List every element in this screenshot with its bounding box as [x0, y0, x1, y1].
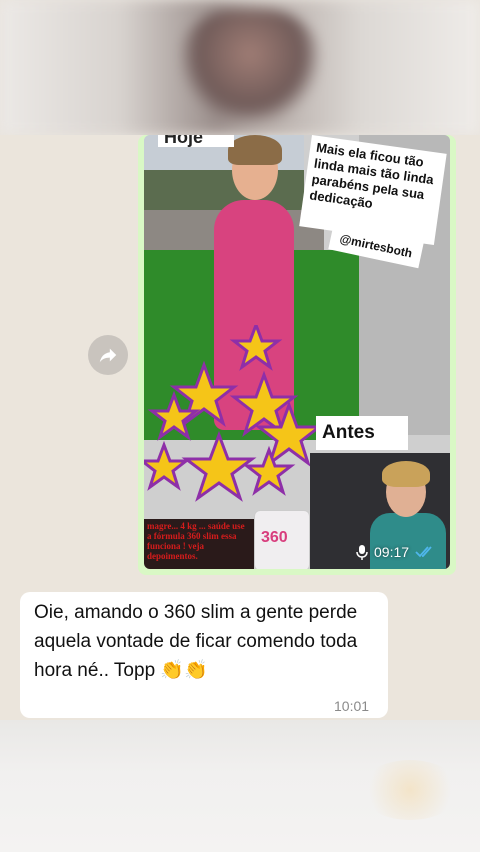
image-message-meta: 09:17: [356, 544, 435, 560]
blurred-footer: [0, 720, 480, 852]
star-icon: [144, 440, 191, 491]
double-check-icon: [415, 546, 432, 558]
woman-hair: [228, 135, 282, 165]
star-icon: [147, 390, 201, 441]
message-text: Oie, amando o 360 slim a gente perde aqu…: [34, 602, 358, 681]
hoje-label: Hoje: [158, 135, 234, 147]
story-caption: Mais ela ficou tão linda mais tão linda …: [299, 135, 447, 246]
blurred-header-photo: [0, 0, 480, 135]
blurred-face: [180, 10, 320, 120]
promo-text: magre... 4 kg ... saúde use a fórmula 36…: [144, 519, 254, 569]
image-message-time: 09:17: [374, 544, 410, 560]
sparkle-stars-sticker: [144, 325, 324, 502]
image-message[interactable]: Hoje Mais ela ficou tão linda mais tão l…: [144, 135, 450, 569]
product-jar: 360: [254, 510, 310, 569]
blurred-glow: [360, 760, 460, 820]
star-icon: [229, 325, 283, 371]
microphone-icon: [356, 545, 368, 560]
star-icon: [181, 430, 257, 502]
message-time: 10:01: [334, 698, 370, 714]
before-woman-body: [370, 513, 446, 569]
forward-arrow-icon: [99, 348, 117, 363]
before-woman-hair: [382, 461, 430, 487]
star-icon: [242, 445, 296, 496]
jar-label: 360: [261, 529, 288, 546]
antes-label: Antes: [316, 416, 408, 450]
forward-button[interactable]: [88, 335, 128, 375]
